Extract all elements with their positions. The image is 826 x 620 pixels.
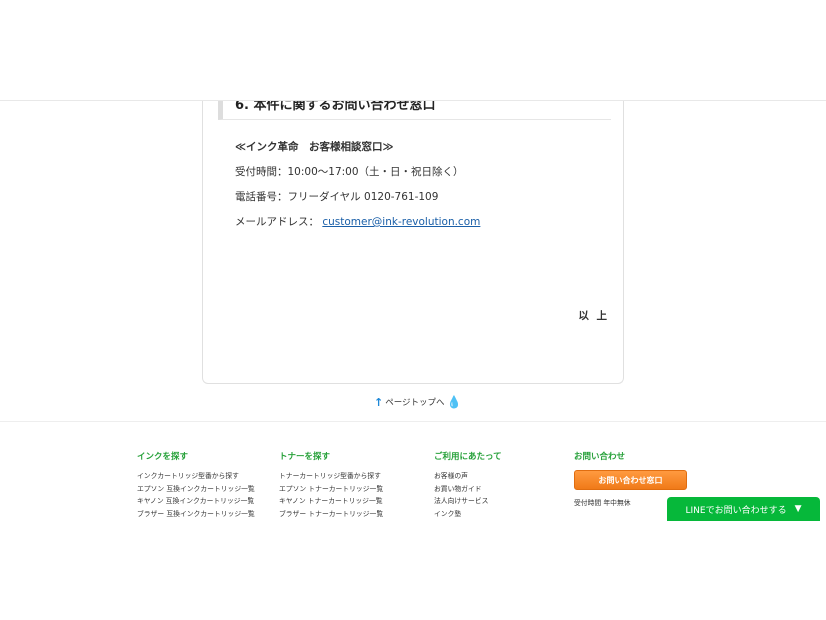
- footer-link[interactable]: インクカートリッジ型番から探す: [137, 470, 255, 483]
- footer-link[interactable]: エプソン 互換インクカートリッジ一覧: [137, 483, 255, 496]
- footer-link[interactable]: ブラザー 互換インクカートリッジ一覧: [137, 508, 255, 520]
- footer-link[interactable]: インク塾: [434, 508, 502, 520]
- footer-link[interactable]: ブラザー トナーカートリッジ一覧: [279, 508, 383, 520]
- footer-column-title: トナーを探す: [279, 452, 331, 462]
- contact-window-button[interactable]: お問い合わせ窓口: [574, 470, 687, 490]
- footer-column-title: インクを探す: [137, 452, 189, 462]
- footer-column-title: ご利用にあたって: [434, 452, 502, 462]
- content-card: 6. 本件に関するお問い合わせ窓口 ≪インク革命 お客様相談窓口≫ 受付時間：1…: [202, 101, 624, 384]
- footer-link[interactable]: お買い物ガイド: [434, 483, 502, 496]
- footer-column-ink: インクを探す インクカートリッジ型番から探す エプソン 互換インクカートリッジ一…: [137, 450, 255, 519]
- page-top-link[interactable]: ↑ ページトップへ 💧: [374, 395, 462, 409]
- footer-link[interactable]: 法人向けサービス: [434, 495, 502, 508]
- page-viewport: 6. 本件に関するお問い合わせ窓口 ≪インク革命 お客様相談窓口≫ 受付時間：1…: [0, 100, 826, 519]
- section-heading: 6. 本件に関するお問い合わせ窓口: [218, 101, 611, 120]
- footer-link[interactable]: トナーカートリッジ型番から探す: [279, 470, 383, 483]
- email-label: メールアドレス：: [235, 216, 319, 228]
- footer-link[interactable]: キヤノン トナーカートリッジ一覧: [279, 495, 383, 508]
- closing-text: 以 上: [578, 310, 609, 322]
- contact-window-title: ≪インク革命 お客様相談窓口≫: [235, 141, 394, 153]
- footer-link[interactable]: キヤノン 互換インクカートリッジ一覧: [137, 495, 255, 508]
- business-hours: 受付時間：10:00〜17:00（土・日・祝日除く）: [235, 166, 464, 178]
- email-link[interactable]: customer@ink-revolution.com: [322, 216, 480, 228]
- footer-column-title: お問い合わせ: [574, 452, 626, 462]
- footer-link[interactable]: エプソン トナーカートリッジ一覧: [279, 483, 383, 496]
- line-contact-button[interactable]: LINEでお問い合わせする ▼: [667, 497, 820, 521]
- phone-number: 電話番号：フリーダイヤル 0120-761-109: [235, 191, 439, 203]
- ink-drop-icon: 💧: [446, 395, 462, 409]
- triangle-down-icon: ▼: [794, 504, 802, 514]
- email-row: メールアドレス： customer@ink-revolution.com: [235, 214, 480, 229]
- footer-column-usage: ご利用にあたって お客様の声 お買い物ガイド 法人向けサービス インク塾: [434, 450, 502, 519]
- footer-column-toner: トナーを探す トナーカートリッジ型番から探す エプソン トナーカートリッジ一覧 …: [279, 450, 383, 519]
- up-arrow-icon: ↑: [374, 395, 384, 409]
- footer-link[interactable]: お客様の声: [434, 470, 502, 483]
- line-contact-label: LINEでお問い合わせする: [685, 505, 787, 516]
- page-top-label: ページトップへ: [385, 398, 445, 408]
